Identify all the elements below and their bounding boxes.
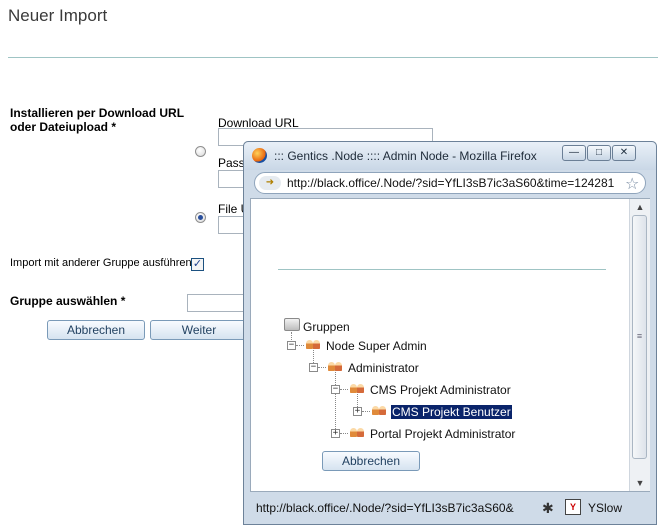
address-bar[interactable]: ➜ http://black.office/.Node/?sid=YfLI3sB… [254, 172, 646, 194]
install-label: Installieren per Download URL oder Datei… [10, 106, 184, 134]
user-group-icon [306, 339, 322, 349]
scroll-up-arrow-icon[interactable]: ▲ [630, 199, 650, 215]
radio-download-url[interactable] [195, 146, 206, 157]
close-button[interactable]: ✕ [612, 145, 636, 161]
tree-connector [318, 367, 326, 369]
tree-collapse-toggle[interactable]: − [287, 341, 296, 350]
import-group-checkbox[interactable]: ✓ [191, 258, 204, 271]
popup-cancel-button[interactable]: Abbrechen [322, 451, 420, 471]
status-bar: http://black.office/.Node/?sid=YfLI3sB7i… [250, 496, 650, 520]
user-group-icon [372, 405, 388, 415]
yslow-icon[interactable]: Y [565, 499, 581, 515]
tree-collapse-toggle[interactable]: − [309, 363, 318, 372]
scroll-thumb[interactable]: ≡ [632, 215, 647, 459]
popup-title: ::: Gentics .Node :::: Admin Node - Mozi… [274, 149, 537, 163]
scroll-down-arrow-icon[interactable]: ▼ [630, 475, 650, 491]
tree-expand-toggle[interactable]: + [353, 407, 362, 416]
tree-item-portal-projekt-administrator[interactable]: Portal Projekt Administrator [370, 427, 515, 441]
tree-connector [335, 367, 337, 433]
minimize-button[interactable]: — [562, 145, 586, 161]
tree-collapse-toggle[interactable]: − [331, 385, 340, 394]
status-url: http://black.office/.Node/?sid=YfLI3sB7i… [256, 501, 514, 515]
firebug-icon[interactable]: ✱ [542, 500, 554, 517]
tree-item-administrator[interactable]: Administrator [348, 361, 419, 375]
group-select-label: Gruppe auswählen * [10, 294, 126, 308]
user-group-icon [350, 427, 366, 437]
title-divider [8, 57, 658, 58]
tree-root-label[interactable]: Gruppen [303, 320, 350, 334]
tree-connector [362, 411, 370, 413]
address-url[interactable]: http://black.office/.Node/?sid=YfLI3sB7i… [287, 176, 617, 190]
next-button[interactable]: Weiter [150, 320, 248, 340]
folder-icon [284, 318, 300, 331]
radio-file-upload[interactable] [195, 212, 206, 223]
tree-connector [340, 433, 348, 435]
maximize-button[interactable]: □ [587, 145, 611, 161]
popup-content: Gruppen − Node Super Admin − Administrat… [250, 198, 650, 492]
vertical-scrollbar[interactable]: ▲ ≡ ▼ [629, 199, 650, 491]
user-group-icon [350, 383, 366, 393]
group-select-input[interactable] [187, 294, 247, 312]
content-divider [278, 269, 606, 270]
tree-expand-toggle[interactable]: + [331, 429, 340, 438]
site-identity-icon[interactable]: ➜ [259, 176, 281, 190]
import-group-label: Import mit anderer Gruppe ausführen [10, 257, 192, 269]
page-title: Neuer Import [8, 6, 108, 25]
bookmark-star-icon[interactable]: ☆ [625, 174, 639, 194]
tree-item-cms-projekt-benutzer[interactable]: CMS Projekt Benutzer [391, 405, 512, 419]
yslow-label[interactable]: YSlow [588, 501, 622, 515]
tree-item-cms-projekt-administrator[interactable]: CMS Projekt Administrator [370, 383, 511, 397]
popup-titlebar[interactable]: ::: Gentics .Node :::: Admin Node - Mozi… [244, 142, 656, 170]
user-group-icon [328, 361, 344, 371]
cancel-button[interactable]: Abbrechen [47, 320, 145, 340]
tree-item-node-super-admin[interactable]: Node Super Admin [326, 339, 427, 353]
popup-window: ::: Gentics .Node :::: Admin Node - Mozi… [243, 141, 657, 525]
tree-connector [296, 345, 304, 347]
tree-connector [340, 389, 348, 391]
firefox-icon [252, 148, 267, 163]
